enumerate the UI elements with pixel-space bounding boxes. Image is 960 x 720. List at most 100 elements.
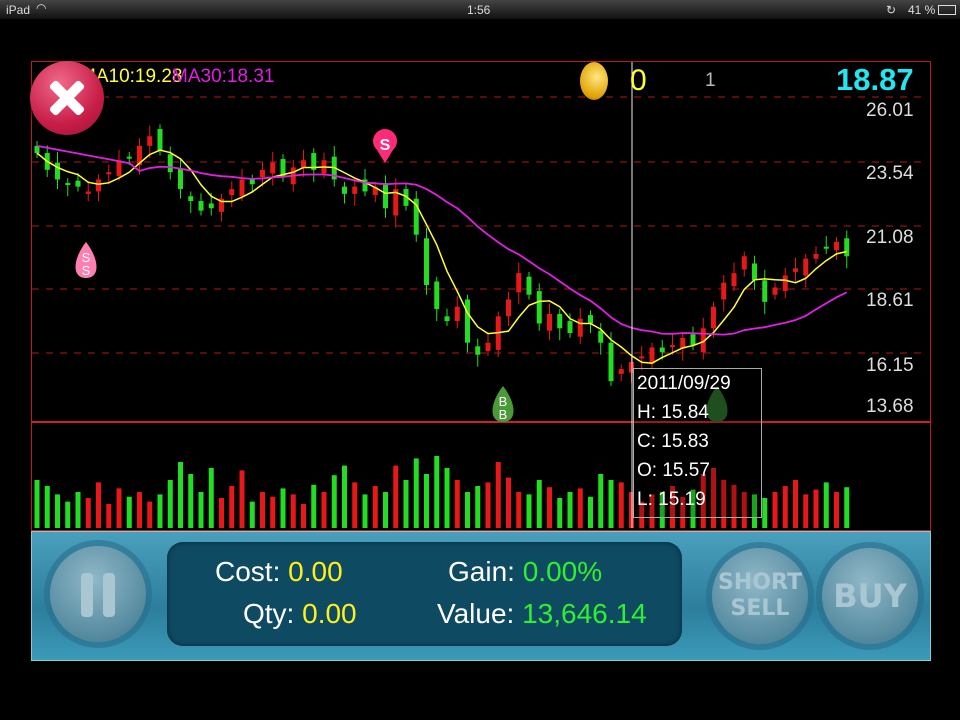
volume-bar <box>506 477 511 528</box>
candle <box>639 356 645 359</box>
volume-bar <box>116 488 122 528</box>
volume-bar <box>526 494 532 528</box>
volume-bar <box>495 462 501 528</box>
candle <box>588 315 593 324</box>
candle <box>793 268 798 272</box>
candle <box>55 162 60 180</box>
coin-icon <box>580 62 608 100</box>
volume-bar <box>465 492 470 528</box>
tooltip-low: L: 15.19 <box>637 489 706 510</box>
candle <box>782 275 788 292</box>
volume-bar <box>106 504 112 528</box>
candle <box>547 313 552 331</box>
candle <box>506 299 511 317</box>
candle <box>239 179 245 197</box>
volume-bar <box>577 488 583 528</box>
volume-bar <box>208 468 214 528</box>
volume-bar <box>434 456 440 528</box>
candle <box>126 156 132 159</box>
candle <box>567 321 573 334</box>
volume-bar <box>75 492 81 528</box>
candle <box>526 276 532 295</box>
candle <box>844 238 850 257</box>
volume-bar <box>65 501 71 528</box>
volume-bar <box>844 487 850 528</box>
candle <box>301 160 306 168</box>
candle <box>178 168 183 190</box>
volume-bar <box>454 480 460 528</box>
candle <box>618 369 624 374</box>
volume-bar <box>301 504 306 528</box>
candle <box>75 180 81 187</box>
close-button[interactable] <box>30 61 104 135</box>
y-tick-label: 23.54 <box>866 163 914 184</box>
volume-bar <box>55 494 60 528</box>
volume-bar <box>280 488 286 528</box>
volume-bar <box>782 486 788 528</box>
volume-bar <box>321 492 327 528</box>
tooltip-high: H: 15.84 <box>637 402 709 423</box>
portfolio-info: Cost: 0.00 Qty: 0.00 Gain: 0.00% Value: … <box>167 542 682 646</box>
candle <box>65 183 71 186</box>
candle <box>670 345 675 348</box>
candle <box>198 201 204 211</box>
candle <box>116 160 122 176</box>
tooltip-open: O: 15.57 <box>637 460 710 481</box>
tooltip-close: C: 15.83 <box>637 431 709 452</box>
candle <box>752 263 757 281</box>
volume-bar <box>618 482 624 528</box>
candle <box>485 342 491 352</box>
volume-bar <box>126 496 132 528</box>
pause-button[interactable] <box>50 546 146 642</box>
candle-tooltip: 2011/09/29 H: 15.84 C: 15.83 O: 15.57 L:… <box>633 368 762 518</box>
buy-button[interactable]: BUY <box>822 548 918 644</box>
candle <box>772 287 778 295</box>
volume-bar <box>137 492 142 528</box>
volume-bar <box>424 474 429 528</box>
tooltip-date: 2011/09/29 <box>637 373 731 394</box>
short-sell-button[interactable]: SHORT SELL <box>712 548 808 644</box>
gain-label: Gain: <box>448 556 515 587</box>
volume-bar <box>311 484 317 528</box>
candle <box>454 306 460 322</box>
volume-bar <box>598 474 604 528</box>
candle <box>147 136 153 146</box>
candle <box>249 179 255 185</box>
candle <box>465 299 470 343</box>
level-number: 1 <box>705 70 716 91</box>
volume-bar <box>557 498 563 528</box>
ma30-line <box>36 144 848 336</box>
pause-icon <box>81 573 93 617</box>
y-tick-label: 18.61 <box>866 290 914 311</box>
volume-bar <box>96 482 101 528</box>
ma30-label: MA30:18.31 <box>172 66 275 87</box>
buy-marker-label: B <box>499 407 508 422</box>
volume-bar <box>34 480 40 528</box>
volume-bar <box>444 468 450 528</box>
candle <box>762 280 768 302</box>
candle <box>342 186 347 194</box>
buy-label: BUY <box>833 577 907 615</box>
volume-bar <box>362 494 368 528</box>
candle <box>711 306 716 329</box>
short-sell-marker-label: S <box>82 263 91 278</box>
qty-value: 0.00 <box>302 598 357 629</box>
volume-bar <box>485 482 491 528</box>
y-tick-label: 16.15 <box>866 355 914 376</box>
short-sell-label-2: SELL <box>730 596 790 621</box>
current-price: 18.87 <box>836 62 914 97</box>
volume-bar <box>567 492 573 528</box>
candle <box>577 318 583 337</box>
volume-bar <box>813 489 819 528</box>
candle <box>516 273 522 293</box>
volume-bar <box>772 492 778 528</box>
candle <box>229 189 235 196</box>
volume-bar <box>793 480 798 528</box>
volume-bar <box>342 465 347 528</box>
candle <box>475 346 481 355</box>
volume-bar <box>44 486 50 528</box>
volume-bar <box>516 492 522 528</box>
sell-marker-label: S <box>380 137 391 154</box>
candle <box>690 334 696 346</box>
volume-bar <box>608 480 614 528</box>
